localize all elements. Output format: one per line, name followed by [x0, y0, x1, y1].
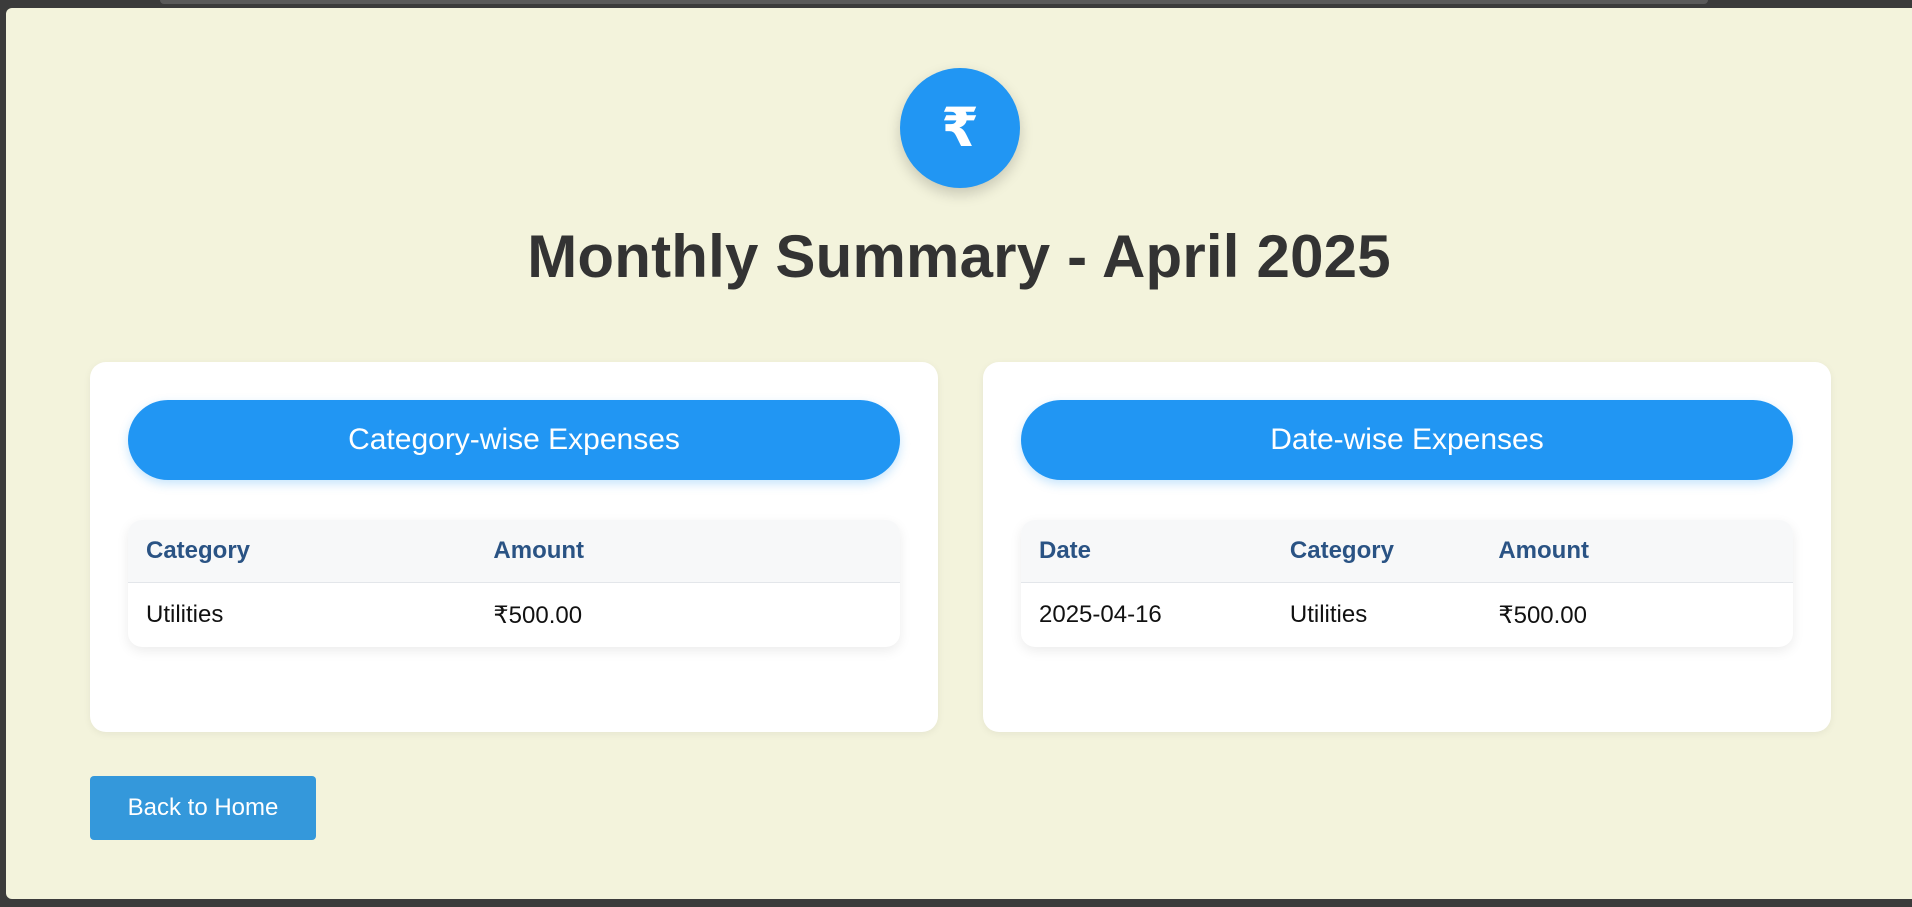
date-expenses-card: Date-wise Expenses Date Category Amount …: [983, 362, 1831, 732]
table-row: 2025-04-16 Utilities ₹500.00: [1021, 583, 1793, 648]
cell-category: Utilities: [146, 601, 224, 628]
rupee-icon: ₹: [900, 68, 1020, 188]
window-top-bar: [160, 0, 1708, 4]
back-to-home-button[interactable]: Back to Home: [90, 776, 316, 840]
cell-amount: ₹500.00: [1498, 601, 1588, 629]
column-header-category: Category: [128, 520, 476, 583]
cell-date: 2025-04-16: [1039, 601, 1162, 628]
column-header-category: Category: [1271, 520, 1481, 583]
table-header-row: Category Amount: [128, 520, 900, 583]
date-expenses-heading: Date-wise Expenses: [1021, 400, 1793, 480]
column-header-amount: Amount: [1480, 520, 1793, 583]
cell-category: Utilities: [1289, 601, 1368, 628]
category-expenses-table: Category Amount Utilities ₹500.00: [128, 520, 900, 647]
column-header-date: Date: [1021, 520, 1272, 583]
table-header-row: Date Category Amount: [1021, 520, 1793, 583]
category-expenses-table-container: Category Amount Utilities ₹500.00: [128, 520, 900, 647]
date-expenses-table: Date Category Amount 2025-04-16 Utilitie…: [1021, 520, 1793, 647]
date-expenses-table-container: Date Category Amount 2025-04-16 Utilitie…: [1021, 520, 1793, 647]
page-title: Monthly Summary - April 2025: [527, 223, 1391, 290]
cell-amount: ₹500.00: [493, 601, 583, 629]
category-expenses-card: Category-wise Expenses Category Amount U…: [90, 362, 938, 732]
category-expenses-heading: Category-wise Expenses: [128, 400, 900, 480]
table-row: Utilities ₹500.00: [128, 583, 900, 648]
column-header-amount: Amount: [475, 520, 900, 583]
page: ₹ Monthly Summary - April 2025 Category-…: [6, 8, 1912, 899]
